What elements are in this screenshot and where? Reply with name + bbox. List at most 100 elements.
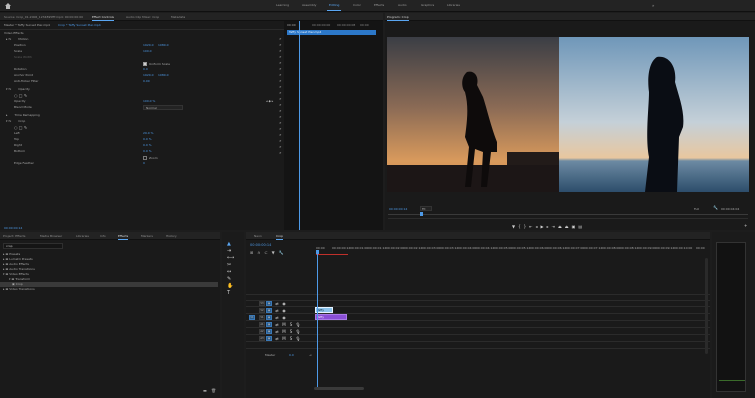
add-marker-icon[interactable]: ▼ [272, 250, 279, 255]
timeline-settings-icon[interactable]: 🔧 [279, 250, 288, 255]
type-tool-icon[interactable]: T [227, 290, 244, 297]
ripple-edit-icon[interactable]: ⟷ [227, 255, 244, 262]
track-toggle-v1[interactable]: ▣ [266, 315, 272, 320]
workspace-audio[interactable]: Audio [398, 3, 407, 7]
slip-tool-icon[interactable]: ↔ [227, 269, 244, 276]
rotation-value[interactable]: 0.0 [143, 67, 148, 71]
ec-clip-bar[interactable]: Taffy Sunset Pier.mp4 [287, 30, 376, 35]
mute-icon[interactable]: M [281, 322, 287, 327]
workspace-learning[interactable]: Learning [276, 3, 289, 7]
clip-v1-taffy[interactable]: Taffy [315, 314, 347, 320]
goto-end-icon[interactable]: ⇥ [309, 353, 312, 357]
solo-icon[interactable]: S [288, 329, 294, 334]
position-y-value[interactable]: 1080.0 [158, 43, 169, 47]
anchor-y-value[interactable]: 1080.0 [158, 73, 169, 77]
program-zoom-bar[interactable] [388, 218, 748, 219]
opacity-row[interactable]: ▾ fx Opacity [0, 86, 290, 92]
tab-metadata[interactable]: Metadata [171, 15, 185, 19]
scale-value[interactable]: 100.0 [143, 49, 152, 53]
settings-icon[interactable]: ▤ [578, 224, 585, 229]
tab-media-browser[interactable]: Media Browser [40, 234, 62, 238]
sync-lock-icon[interactable]: ⇄ [274, 315, 280, 320]
mute-icon[interactable]: M [281, 329, 287, 334]
ec-playhead[interactable] [299, 21, 300, 230]
sync-lock-icon[interactable]: ⇄ [274, 301, 280, 306]
playback-resolution[interactable]: Full [694, 207, 699, 211]
sync-lock-icon[interactable]: ⇄ [274, 329, 280, 334]
crop-row[interactable]: ▾ fx Crop [0, 118, 290, 124]
tab-markers[interactable]: Markers [141, 234, 153, 238]
mute-icon[interactable]: M [281, 336, 287, 341]
workspace-editing[interactable]: Editing [329, 3, 339, 7]
opacity-value[interactable]: 100.0 % [143, 99, 155, 103]
sync-lock-icon[interactable]: ⇄ [274, 322, 280, 327]
timeline-horizontal-scrollbar[interactable] [314, 387, 364, 390]
linked-selection-icon[interactable]: ⊂ [264, 250, 271, 255]
fit-dropdown[interactable]: Fit [420, 206, 432, 211]
work-area-bar[interactable] [316, 254, 348, 255]
track-target-v3[interactable]: V3 [259, 301, 265, 306]
pen-tool-icon[interactable]: ✎ [227, 276, 244, 283]
solo-icon[interactable]: S [288, 322, 294, 327]
keyframe-nav[interactable]: ◂ ◆ ▸ [266, 99, 273, 103]
track-target-v2[interactable]: V2 [259, 308, 265, 313]
sync-lock-icon[interactable]: ⇄ [274, 308, 280, 313]
tab-sequence-crop[interactable]: Crop [276, 234, 284, 240]
track-toggle-v2[interactable]: ▣ [266, 308, 272, 313]
track-target-v1[interactable]: V1 [259, 315, 265, 320]
wrench-icon[interactable]: 🔧 [713, 206, 718, 210]
timeline-vertical-scrollbar[interactable] [705, 258, 708, 354]
source-patch-v1[interactable]: V1 [249, 315, 255, 320]
workspace-assembly[interactable]: Assembly [302, 3, 316, 7]
track-target-a2[interactable]: A2 [259, 329, 265, 334]
lift-icon[interactable]: ⏏ [558, 224, 565, 229]
home-icon[interactable] [4, 2, 12, 10]
mic-icon[interactable]: 🎙 [295, 329, 301, 334]
timeline-playhead[interactable] [317, 253, 318, 389]
tree-item-video-transitions[interactable]: ▸ ▬ Video Transitions [3, 287, 218, 292]
mic-icon[interactable]: 🎙 [295, 336, 301, 341]
program-video-frame[interactable] [387, 37, 749, 192]
track-toggle-a3[interactable]: ▣ [266, 336, 272, 341]
anchor-x-value[interactable]: 1920.0 [143, 73, 154, 77]
more-icon[interactable]: » [652, 3, 654, 8]
tab-libraries[interactable]: Libraries [76, 234, 89, 238]
hand-tool-icon[interactable]: ✋ [227, 283, 244, 290]
workspace-effects[interactable]: Effects [374, 3, 384, 7]
solo-icon[interactable]: S [288, 336, 294, 341]
tab-sequence-neon[interactable]: Neon [254, 234, 262, 238]
crop-right-value[interactable]: 0.0 % [143, 143, 152, 147]
program-title[interactable]: Program: Crop [387, 15, 409, 21]
master-clip-label[interactable]: Master * Taffy Sunset Pier.mp4 [4, 23, 50, 27]
tab-effect-controls[interactable]: Effect Controls [92, 15, 114, 21]
track-target-a1[interactable]: A1 [259, 322, 265, 327]
extract-icon[interactable]: ⏏ [565, 224, 572, 229]
ec-timecode[interactable]: 00:00:00:14 [4, 226, 22, 230]
program-timecode[interactable]: 00:00:00:14 [389, 207, 407, 211]
track-toggle-a1[interactable]: ▣ [266, 322, 272, 327]
clip-label[interactable]: Crop * Taffy Sunset Pier.mp4 [58, 23, 101, 27]
blend-mode-select[interactable]: Normal [143, 105, 183, 110]
mic-icon[interactable]: 🎙 [295, 322, 301, 327]
tab-history[interactable]: History [166, 234, 177, 238]
position-x-value[interactable]: 1920.0 [143, 43, 154, 47]
new-bin-icon[interactable]: ▬ [203, 388, 207, 393]
sync-lock-icon[interactable]: ⇄ [274, 336, 280, 341]
timeline-timecode[interactable]: 00:00:00:14 [250, 243, 271, 247]
track-target-a3[interactable]: A3 [259, 336, 265, 341]
crop-top-value[interactable]: 0.0 % [143, 137, 152, 141]
antiflicker-value[interactable]: 0.00 [143, 79, 150, 83]
workspace-color[interactable]: Color [353, 3, 361, 7]
timeline-ruler[interactable]: 00:00 00:00:00:12 00:00:01:00 00:00:01:1… [314, 246, 710, 252]
edge-feather-value[interactable]: 0 [143, 161, 145, 165]
tab-source[interactable]: Source: Crop_01-2006_1234895fff.mp4: 00:… [4, 15, 83, 19]
master-volume[interactable]: 0.0 [289, 353, 294, 357]
reset-icon[interactable]: ↺ [279, 150, 284, 156]
program-scrubber[interactable] [388, 214, 748, 215]
crop-bottom-value[interactable]: 0.0 % [143, 149, 152, 153]
tab-project[interactable]: Project: Effects [3, 234, 25, 238]
effects-search-input[interactable]: crop [3, 243, 63, 249]
track-select-icon[interactable]: ⇥ [227, 248, 244, 255]
track-toggle-a2[interactable]: ▣ [266, 329, 272, 334]
eye-icon[interactable]: ◉ [281, 301, 287, 306]
